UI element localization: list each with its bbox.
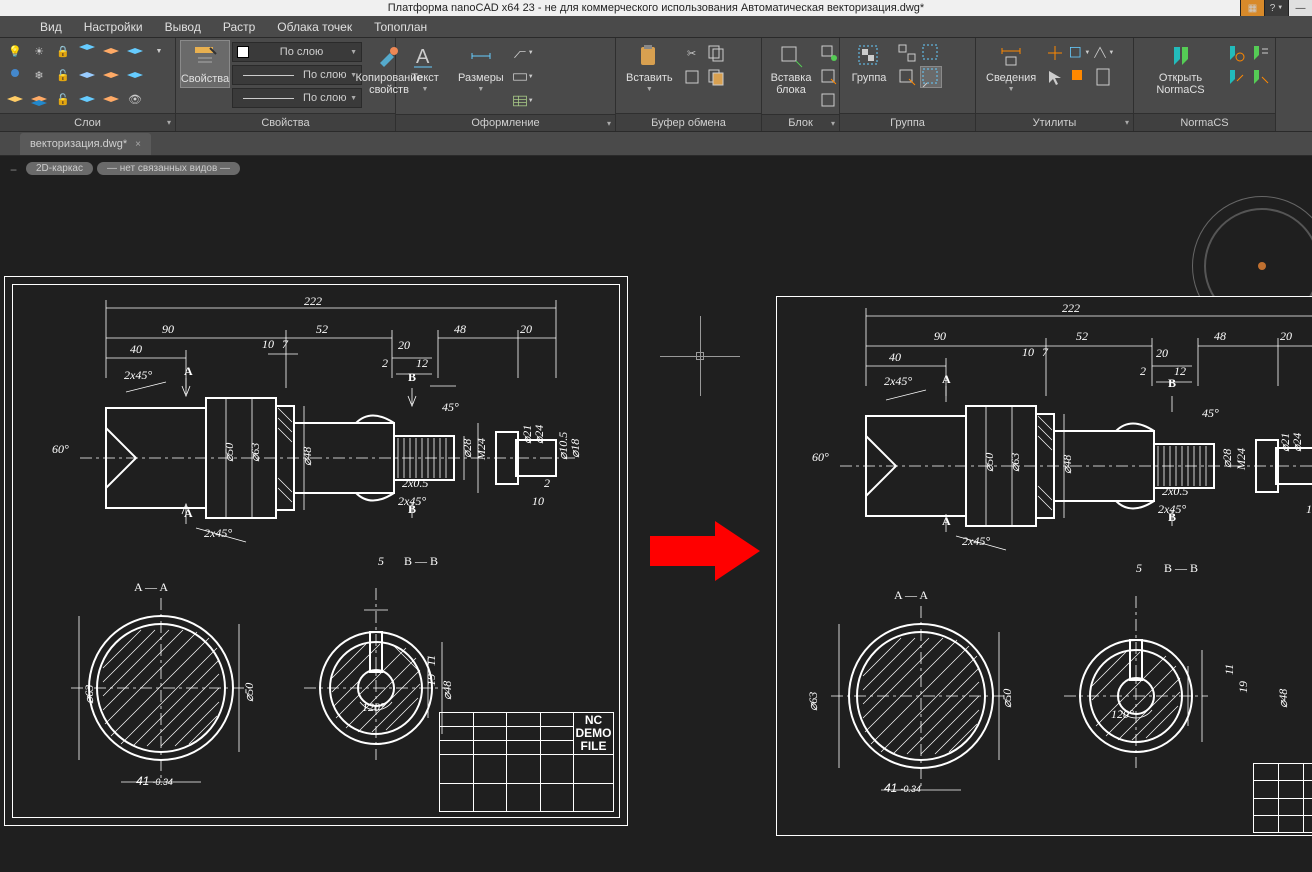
unlock-icon[interactable]: 🔓: [52, 64, 74, 86]
dimension-button[interactable]: Размеры▼: [452, 40, 510, 95]
snow-icon[interactable]: ❄: [28, 64, 50, 86]
layer-prop-2-icon[interactable]: [100, 40, 122, 62]
norma-panel-title: NormaCS: [1134, 113, 1275, 131]
paste-button[interactable]: Вставить▼: [620, 40, 679, 95]
create-block-icon[interactable]: [818, 42, 840, 64]
layer-merge-icon[interactable]: [28, 88, 50, 110]
text-button[interactable]: A Текст▼: [400, 40, 450, 95]
layer-prop-4-icon[interactable]: [76, 64, 98, 86]
title-block: [1253, 763, 1312, 833]
norma-1-icon[interactable]: [1225, 42, 1247, 64]
expand-icon[interactable]: ▾: [607, 119, 611, 128]
copy-base-icon[interactable]: [681, 66, 703, 88]
drawing-left: 222 90 52 48 20 40 10 7 20 2 12 2x45° A …: [4, 276, 628, 826]
titlebar: Платформа nanoCAD x64 23 - не для коммер…: [0, 0, 1312, 16]
group-toggle-icon[interactable]: [920, 66, 942, 88]
layer-prop-3-icon[interactable]: [124, 40, 146, 62]
layer-prop-5-icon[interactable]: [100, 64, 122, 86]
document-tab[interactable]: векторизация.dwg* ×: [20, 133, 151, 155]
open-normacs-button[interactable]: Открыть NormaCS: [1138, 40, 1223, 98]
menu-raster[interactable]: Растр: [223, 20, 255, 34]
document-tab-label: векторизация.dwg*: [30, 138, 127, 150]
ungroup-icon[interactable]: [896, 42, 918, 64]
title-block: NCDEMOFILE: [439, 712, 614, 812]
linetype-combo[interactable]: По слою▼: [232, 88, 362, 108]
red-arrow-annotation: [650, 536, 720, 566]
qselect-icon[interactable]: [1068, 66, 1090, 88]
crosshair-cursor: [660, 316, 740, 396]
viewcube-pivot-icon: [1258, 262, 1266, 270]
collapse-icon[interactable]: −: [10, 163, 17, 177]
canvas[interactable]: − 2D-каркас — нет связанных видов — Свер…: [0, 156, 1312, 872]
menu-pointclouds[interactable]: Облака точек: [277, 20, 352, 34]
edit-block-icon[interactable]: [818, 66, 840, 88]
layer-prev-icon[interactable]: [100, 88, 122, 110]
menu-topoplan[interactable]: Топоплан: [374, 20, 427, 34]
norma-4-icon[interactable]: [1249, 66, 1271, 88]
layer-match-icon[interactable]: [76, 88, 98, 110]
norma-3-icon[interactable]: [1225, 66, 1247, 88]
titlebar-app-icon[interactable]: ▦: [1240, 0, 1264, 16]
properties-button[interactable]: Свойства: [180, 40, 230, 88]
table-icon[interactable]: ▼: [512, 90, 534, 112]
menu-output[interactable]: Вывод: [165, 20, 201, 34]
menu-view[interactable]: Вид: [40, 20, 62, 34]
views-pill[interactable]: — нет связанных видов —: [97, 162, 240, 175]
layer-dd-1[interactable]: ▼: [148, 40, 170, 62]
group-edit-icon[interactable]: [920, 42, 942, 64]
util-1-icon[interactable]: [1044, 42, 1066, 64]
clip-panel-title: Буфер обмена: [616, 113, 761, 131]
properties-panel-title: Свойства: [176, 113, 395, 131]
help-button[interactable]: ? ▼: [1264, 0, 1288, 16]
norma-2-icon[interactable]: [1249, 42, 1271, 64]
annot-panel-title: Оформление▾: [396, 114, 615, 131]
sun-icon[interactable]: ☀: [28, 40, 50, 62]
lock-icon[interactable]: 🔒: [52, 40, 74, 62]
titlebar-buttons: ▦ ? ▼ —: [1240, 0, 1312, 16]
menubar: Вид Настройки Вывод Растр Облака точек Т…: [0, 16, 1312, 38]
document-tabs: векторизация.dwg* ×: [0, 132, 1312, 156]
block-attr-icon[interactable]: [818, 90, 840, 112]
util-2-icon[interactable]: ▼: [1068, 42, 1090, 64]
paste-special-icon[interactable]: [705, 66, 727, 88]
close-tab-icon[interactable]: ×: [135, 139, 141, 150]
bulb-icon[interactable]: 💡: [4, 40, 26, 62]
calc-icon[interactable]: [1092, 66, 1114, 88]
insert-block-button[interactable]: Вставка блока: [766, 40, 816, 98]
block-panel-title: Блок▾: [762, 114, 839, 131]
unlock2-icon[interactable]: 🔓: [52, 88, 74, 110]
minimize-button[interactable]: —: [1288, 0, 1312, 16]
color-combo[interactable]: По слою▼: [232, 42, 362, 62]
expand-icon[interactable]: ▾: [831, 119, 835, 128]
tolerance-icon[interactable]: ▼: [512, 66, 534, 88]
layers-panel-title: Слои▾: [0, 113, 175, 131]
copy-icon[interactable]: [705, 42, 727, 64]
info-button[interactable]: Сведения▼: [980, 40, 1042, 95]
group-button[interactable]: Группа: [844, 40, 894, 86]
layers-panel-body: 💡 ☀ 🔒 ▼ ❄ 🔓: [0, 38, 175, 113]
cut-icon[interactable]: ✂: [681, 42, 703, 64]
drawing-right: 222 90 52 48 20 40 10 7 20 2 12 2x45° A …: [776, 296, 1312, 836]
layer-walk-icon[interactable]: [4, 88, 26, 110]
ribbon: 💡 ☀ 🔒 ▼ ❄ 🔓: [0, 38, 1312, 132]
expand-icon[interactable]: ▾: [167, 118, 171, 127]
expand-icon[interactable]: ▾: [1125, 118, 1129, 127]
bulb-off-icon[interactable]: [4, 64, 26, 86]
group-panel-title: Группа: [840, 113, 975, 131]
visualstyle-pill[interactable]: 2D-каркас: [26, 162, 93, 175]
layer-iso-icon[interactable]: [124, 64, 146, 86]
eye-icon[interactable]: 👁: [124, 88, 146, 110]
util-panel-title: Утилиты▾: [976, 113, 1133, 131]
menu-settings[interactable]: Настройки: [84, 20, 143, 34]
group-sel-icon[interactable]: [896, 66, 918, 88]
svg-text:A: A: [416, 46, 430, 68]
window-title: Платформа nanoCAD x64 23 - не для коммер…: [388, 2, 924, 14]
util-3-icon[interactable]: ▼: [1092, 42, 1114, 64]
lineweight-combo[interactable]: По слою▼: [232, 65, 362, 85]
layer-prop-1-icon[interactable]: [76, 40, 98, 62]
select-icon[interactable]: [1044, 66, 1066, 88]
leader-icon[interactable]: ▼: [512, 42, 534, 64]
